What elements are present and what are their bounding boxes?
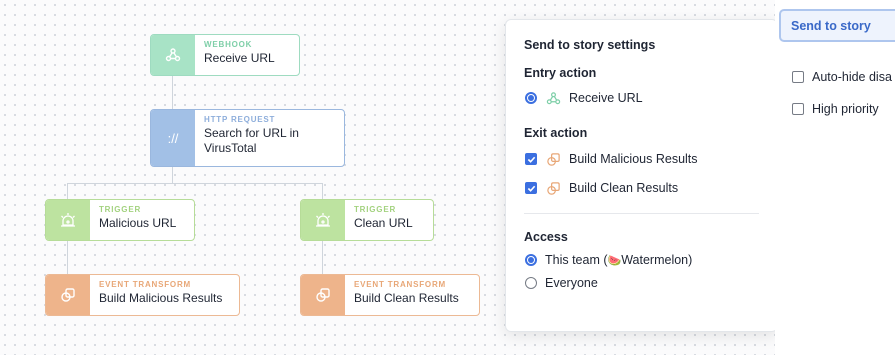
trigger-icon [46,200,90,240]
node-type-label: EVENT TRANSFORM [99,280,191,289]
access-option-this-team[interactable]: This team (🍉 Watermelon) [524,251,759,269]
event-transform-icon [545,151,561,167]
connector [67,183,323,184]
access-radio[interactable] [525,254,537,266]
connector [322,183,323,199]
auto-hide-option[interactable]: Auto-hide disa [791,70,892,84]
event-transform-icon [301,275,345,315]
node-type-label: WEBHOOK [204,40,253,49]
access-option-everyone[interactable]: Everyone [524,274,759,292]
webhook-icon [151,35,195,75]
entry-radio[interactable] [525,92,537,104]
panel-title: Send to story settings [524,38,656,52]
trigger-malicious-node[interactable]: TRIGGER Malicious URL [45,199,195,241]
exit-option-build-clean[interactable]: Build Clean Results [524,179,759,197]
trigger-icon [301,200,345,240]
event-transform-clean-node[interactable]: EVENT TRANSFORM Build Clean Results [300,274,480,316]
watermelon-emoji-icon: 🍉 [607,254,622,267]
node-name: Build Clean Results [354,291,459,305]
connector [67,183,68,199]
auto-hide-label: Auto-hide disa [812,70,892,84]
node-name: Receive URL [204,51,275,65]
node-type-label: EVENT TRANSFORM [354,280,446,289]
entry-option-receive-url[interactable]: Receive URL [524,89,759,107]
webhook-action-node[interactable]: WEBHOOK Receive URL [150,34,300,76]
high-priority-checkbox[interactable] [792,103,804,115]
exit-action-heading: Exit action [524,126,588,140]
http-request-icon: :// [151,110,195,166]
right-sidebar: Send to story Auto-hide disa High priori… [775,0,895,355]
team-name: Watermelon) [621,253,693,267]
exit-checkbox[interactable] [525,153,537,165]
node-name-line-2: VirusTotal [204,141,257,155]
webhook-icon [545,90,561,106]
connector [172,76,173,109]
connector [322,241,323,274]
node-name: Malicious URL [99,216,177,230]
event-transform-icon [46,275,90,315]
connector [67,241,68,274]
access-heading: Access [524,230,568,244]
exit-option-label: Build Clean Results [569,181,679,195]
exit-checkbox[interactable] [525,182,537,194]
high-priority-label: High priority [812,102,879,116]
event-transform-icon [545,180,561,196]
access-option-label: Everyone [545,276,598,290]
high-priority-option[interactable]: High priority [791,102,879,116]
auto-hide-checkbox[interactable] [792,71,804,83]
entry-action-heading: Entry action [524,66,597,80]
access-option-label: This team ( [545,253,608,267]
node-name: Clean URL [354,216,413,230]
http-request-action-node[interactable]: :// HTTP REQUEST Search for URL in Virus… [150,109,345,167]
node-name-line-1: Search for URL in [204,126,299,140]
exit-option-label: Build Malicious Results [569,152,698,166]
node-name: Build Malicious Results [99,291,223,305]
entry-option-label: Receive URL [569,91,643,105]
trigger-clean-node[interactable]: TRIGGER Clean URL [300,199,434,241]
send-to-story-tab[interactable]: Send to story [779,9,895,42]
send-to-story-settings-panel: Send to story settings Entry action Rece… [505,19,778,332]
exit-option-build-malicious[interactable]: Build Malicious Results [524,150,759,168]
node-type-label: HTTP REQUEST [204,115,276,124]
access-radio[interactable] [525,277,537,289]
event-transform-malicious-node[interactable]: EVENT TRANSFORM Build Malicious Results [45,274,240,316]
node-type-label: TRIGGER [99,205,142,214]
divider [524,213,759,214]
node-type-label: TRIGGER [354,205,397,214]
connector [172,166,173,184]
